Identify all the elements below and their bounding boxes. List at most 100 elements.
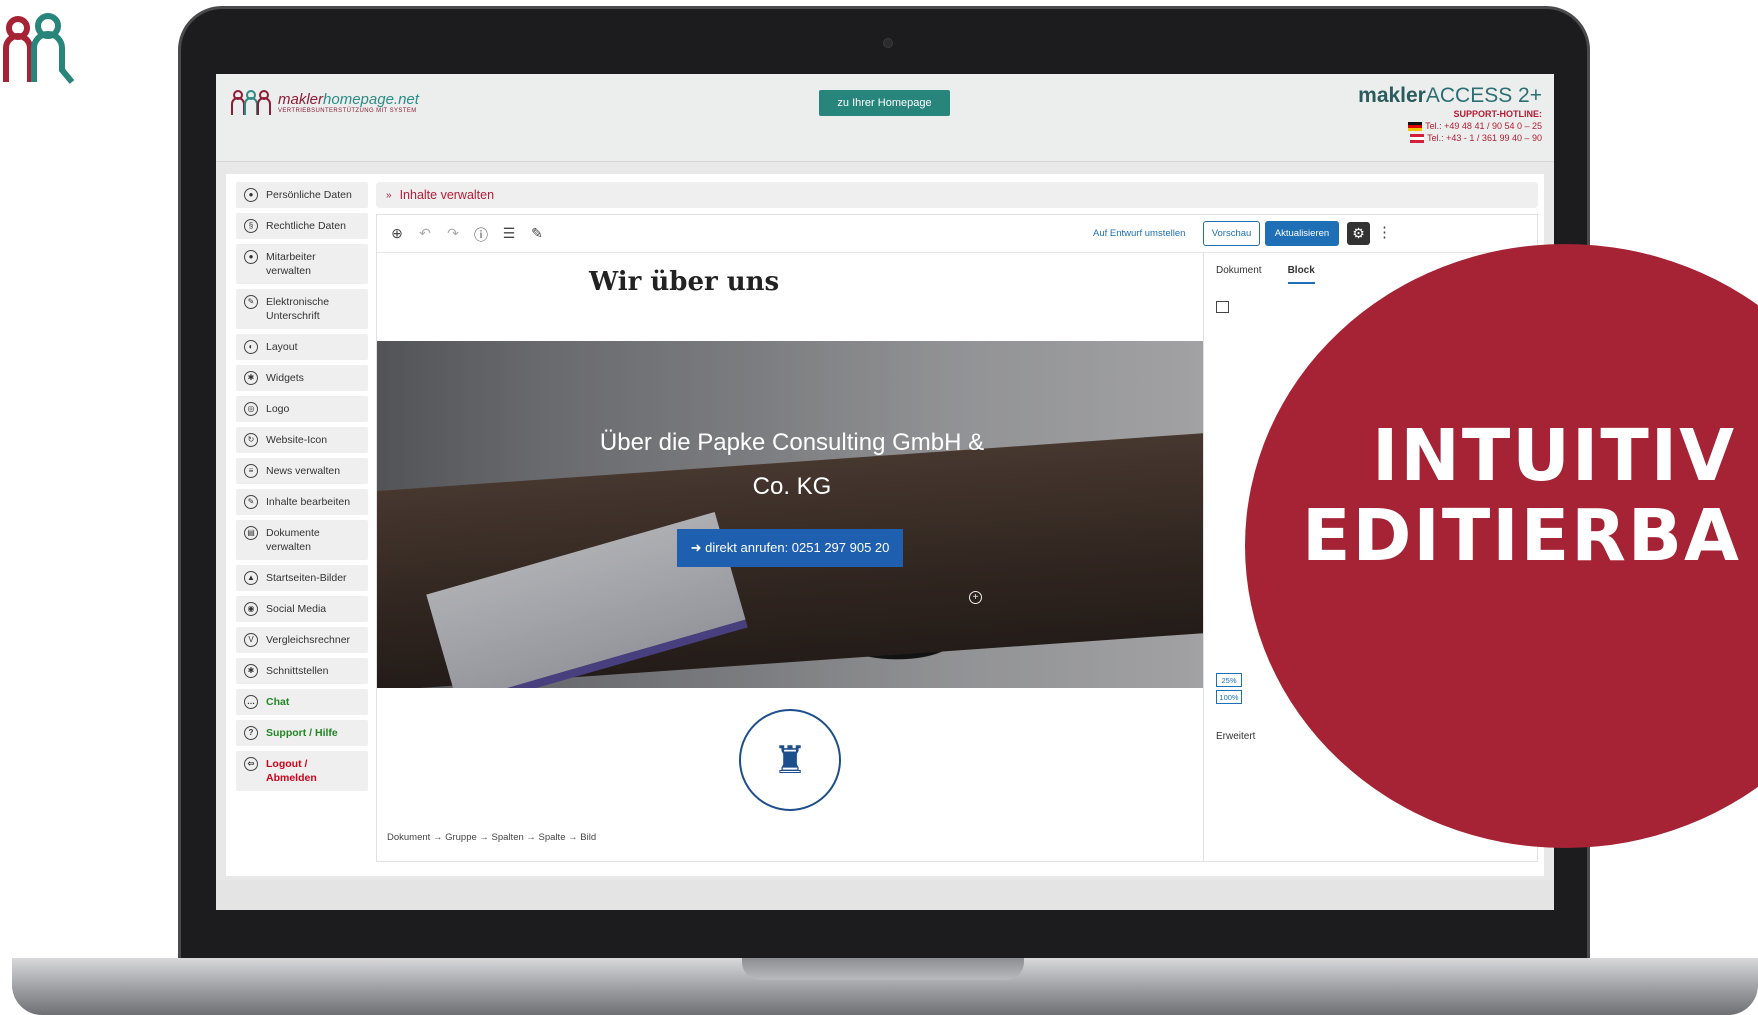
size-100-button[interactable]: 100% [1216, 690, 1242, 704]
corner-logo-icon [2, 13, 75, 84]
breadcrumb-arrow: » [386, 189, 392, 201]
sidebar-item-vergleichsrechner[interactable]: V Vergleichsrechner [236, 627, 368, 653]
update-button[interactable]: Aktualisieren [1265, 221, 1339, 246]
image-block-icon [1216, 301, 1229, 313]
brand-name-a: makler [278, 90, 324, 108]
access-info: maklerACCESS 2+ SUPPORT-HOTLINE: Tel.: +… [1358, 84, 1542, 144]
sidebar: ● Persönliche Daten § Rechtliche Daten ● Mi… [236, 182, 368, 796]
sidebar-item-logo[interactable]: ◎ Logo [236, 396, 368, 422]
sidebar-item-rechtliche-daten[interactable]: § Rechtliche Daten [236, 213, 368, 239]
sidebar-item-label: Schnittstellen [266, 665, 329, 677]
brand-tagline: VERTRIEBSUNTERSTÜTZUNG MIT SYSTEM [278, 107, 417, 114]
page-title[interactable]: Wir über uns [589, 267, 779, 297]
person-icon: ● [244, 188, 258, 202]
breadcrumb: » Inhalte verwalten [376, 182, 1538, 208]
tel-de-text: Tel.: +49 48 41 / 90 54 0 – 25 [1425, 121, 1542, 131]
size-presets: 25% 100% [1216, 673, 1242, 704]
sidebar-item-label: Elektronische Unterschrift [266, 296, 330, 322]
flag-at-icon [1410, 134, 1425, 144]
access-title: maklerACCESS 2+ [1358, 84, 1542, 108]
undo-icon[interactable]: ↶ [417, 225, 433, 245]
brand-name: maklerhomepage.net [278, 91, 419, 108]
draft-link[interactable]: Auf Entwurf umstellen [1093, 228, 1185, 239]
redo-icon[interactable]: ↷ [445, 225, 461, 245]
sidebar-item-logout[interactable]: ⇦ Logout / Abmelden [236, 751, 368, 791]
toolbar-icons: ⊕ ↶ ↷ ⓘ ☰ ✎ [389, 225, 545, 245]
sidebar-item-startseiten-bilder[interactable]: ▲ Startseiten-Bilder [236, 565, 368, 591]
sidebar-item-website-icon[interactable]: ↻ Website-Icon [236, 427, 368, 453]
tel-de[interactable]: Tel.: +49 48 41 / 90 54 0 – 25 [1358, 120, 1542, 132]
sidebar-item-widgets[interactable]: ✱ Widgets [236, 365, 368, 391]
add-block-icon[interactable]: ⊕ [389, 225, 405, 245]
sidebar-item-label: Rechtliche Daten [266, 220, 346, 232]
promo-line-2: EDITIERBA [1302, 494, 1741, 577]
hotline-label: SUPPORT-HOTLINE: [1453, 109, 1542, 119]
logout-icon: ⇦ [244, 757, 258, 771]
document-icon: ▤ [244, 526, 258, 540]
sidebar-item-label: Dokumente verwalten [266, 527, 320, 553]
sidebar-item-label: Website-Icon [266, 434, 328, 446]
sidebar-item-social-media[interactable]: ◉ Social Media [236, 596, 368, 622]
pencil-icon[interactable]: ✎ [529, 225, 545, 245]
interface-icon: ✱ [244, 664, 258, 678]
sidebar-item-schnittstellen[interactable]: ✱ Schnittstellen [236, 658, 368, 684]
sidebar-item-label: Logo [266, 403, 290, 415]
preview-button[interactable]: Vorschau [1203, 221, 1260, 246]
edit-icon: ✎ [244, 495, 258, 509]
chat-icon: … [244, 695, 258, 709]
sidebar-item-label: Support / Hilfe [266, 727, 338, 739]
hero-heading[interactable]: Über die Papke Consulting GmbH & Co. KG [587, 421, 997, 509]
list-view-icon[interactable]: ☰ [501, 225, 517, 245]
sidebar-item-label: Social Media [266, 603, 327, 615]
access-title-b: ACCESS 2+ [1425, 84, 1542, 107]
lighthouse-icon: ♜ [739, 709, 841, 811]
brand-people-icon [231, 90, 271, 115]
settings-gear-icon[interactable]: ⚙ [1347, 222, 1370, 245]
widgets-icon: ✱ [244, 371, 258, 385]
breadcrumb-label[interactable]: Inhalte verwalten [400, 188, 495, 202]
news-icon: ≡ [244, 464, 258, 478]
home-button[interactable]: zu Ihrer Homepage [819, 90, 950, 116]
paragraph-icon: § [244, 219, 258, 233]
top-bar: maklerhomepage.net VERTRIEBSUNTERSTÜTZUN… [216, 74, 1554, 162]
screen-footer [216, 880, 1554, 910]
sidebar-item-label: Chat [266, 696, 290, 708]
website-icon: ↻ [244, 433, 258, 447]
sidebar-item-label: Mitarbeiter verwalten [266, 251, 316, 277]
sidebar-item-news[interactable]: ≡ News verwalten [236, 458, 368, 484]
tel-at-text: Tel.: +43 - 1 / 361 99 40 – 90 [1427, 133, 1542, 143]
call-button[interactable]: ➜ direkt anrufen: 0251 297 905 20 [677, 529, 903, 567]
block-breadcrumb[interactable]: Dokument → Gruppe → Spalten → Spalte → B… [377, 813, 1203, 861]
tab-dokument[interactable]: Dokument [1216, 265, 1262, 284]
users-icon: ● [244, 250, 258, 264]
brand-logo[interactable]: maklerhomepage.net VERTRIEBSUNTERSTÜTZUN… [230, 88, 419, 116]
sidebar-item-label: News verwalten [266, 465, 341, 477]
signature-icon: ✎ [244, 295, 258, 309]
sidebar-item-persoenliche-daten[interactable]: ● Persönliche Daten [236, 182, 368, 208]
sidebar-item-dokumente[interactable]: ▤ Dokumente verwalten [236, 520, 368, 560]
size-25-button[interactable]: 25% [1216, 673, 1242, 687]
calculator-icon: V [244, 633, 258, 647]
hero-overlay [377, 341, 1203, 688]
sidebar-item-unterschrift[interactable]: ✎ Elektronische Unterschrift [236, 289, 368, 329]
logo-icon: ◎ [244, 402, 258, 416]
help-icon: ? [244, 726, 258, 740]
sidebar-item-inhalte[interactable]: ✎ Inhalte bearbeiten [236, 489, 368, 515]
access-title-a: makler [1358, 84, 1426, 107]
sidebar-item-label: Widgets [266, 372, 304, 384]
info-icon[interactable]: ⓘ [473, 225, 489, 245]
more-options-icon[interactable]: ⋮ [1377, 223, 1392, 241]
hero-image-block[interactable]: Über die Papke Consulting GmbH & Co. KG … [377, 341, 1203, 688]
sidebar-item-chat[interactable]: … Chat [236, 689, 368, 715]
sidebar-item-label: Startseiten-Bilder [266, 572, 347, 584]
tab-block[interactable]: Block [1287, 265, 1315, 284]
promo-text: INTUITIV EDITIERBA [1302, 416, 1741, 576]
sidebar-item-support[interactable]: ? Support / Hilfe [236, 720, 368, 746]
tel-at[interactable]: Tel.: +43 - 1 / 361 99 40 – 90 [1358, 132, 1542, 144]
sidebar-item-label: Inhalte bearbeiten [266, 496, 351, 508]
sidebar-item-mitarbeiter[interactable]: ● Mitarbeiter verwalten [236, 244, 368, 284]
sidebar-item-label: Persönliche Daten [266, 189, 352, 201]
insert-block-icon[interactable]: + [969, 591, 982, 604]
sidebar-item-layout[interactable]: ◐ Layout [236, 334, 368, 360]
camera-dot [883, 38, 893, 48]
